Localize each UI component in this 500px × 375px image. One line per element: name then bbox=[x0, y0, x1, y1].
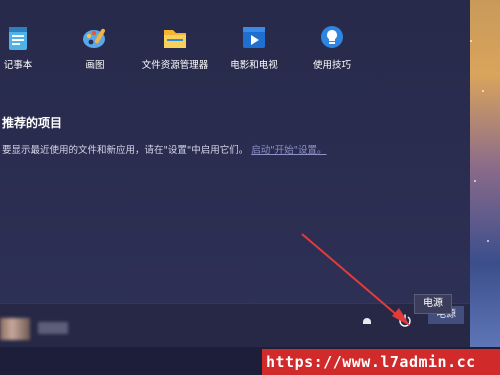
app-label: 使用技巧 bbox=[312, 60, 351, 71]
movies-tv-icon bbox=[240, 24, 268, 52]
recommended-hint: 要显示最近使用的文件和新应用，请在"设置"中启用它们。 启动"开始"设置。 bbox=[2, 142, 327, 156]
hint-text: 要显示最近使用的文件和新应用，请在"设置"中启用它们。 bbox=[2, 145, 249, 156]
start-menu: 记事本 画图 文件资源管理器 电影和电视 使用技巧 推荐的项目 要显示最近使用的… bbox=[0, 0, 470, 347]
watermark: https://www.l7admin.cc bbox=[262, 349, 500, 375]
app-label: 电影和电视 bbox=[230, 60, 278, 71]
power-tooltip: 电源 bbox=[414, 294, 452, 314]
app-label: 记事本 bbox=[3, 60, 33, 71]
app-file-explorer[interactable]: 文件资源管理器 bbox=[135, 24, 215, 71]
power-icon[interactable] bbox=[398, 312, 412, 327]
paint-icon bbox=[81, 24, 109, 52]
user-name-blurred[interactable] bbox=[38, 322, 68, 334]
app-tips[interactable]: 使用技巧 bbox=[292, 24, 372, 71]
cursor-marker bbox=[363, 318, 371, 324]
app-label: 画图 bbox=[85, 60, 105, 71]
file-explorer-icon bbox=[161, 24, 189, 52]
app-notepad[interactable]: 记事本 bbox=[0, 24, 58, 71]
start-settings-link[interactable]: 启动"开始"设置。 bbox=[251, 145, 326, 156]
app-movies-tv[interactable]: 电影和电视 bbox=[214, 24, 294, 71]
app-paint[interactable]: 画图 bbox=[55, 24, 135, 71]
app-label: 文件资源管理器 bbox=[141, 60, 209, 71]
avatar[interactable] bbox=[0, 318, 30, 340]
notepad-icon bbox=[4, 24, 32, 52]
recommended-title: 推荐的项目 bbox=[2, 116, 63, 130]
tips-icon bbox=[318, 24, 346, 52]
